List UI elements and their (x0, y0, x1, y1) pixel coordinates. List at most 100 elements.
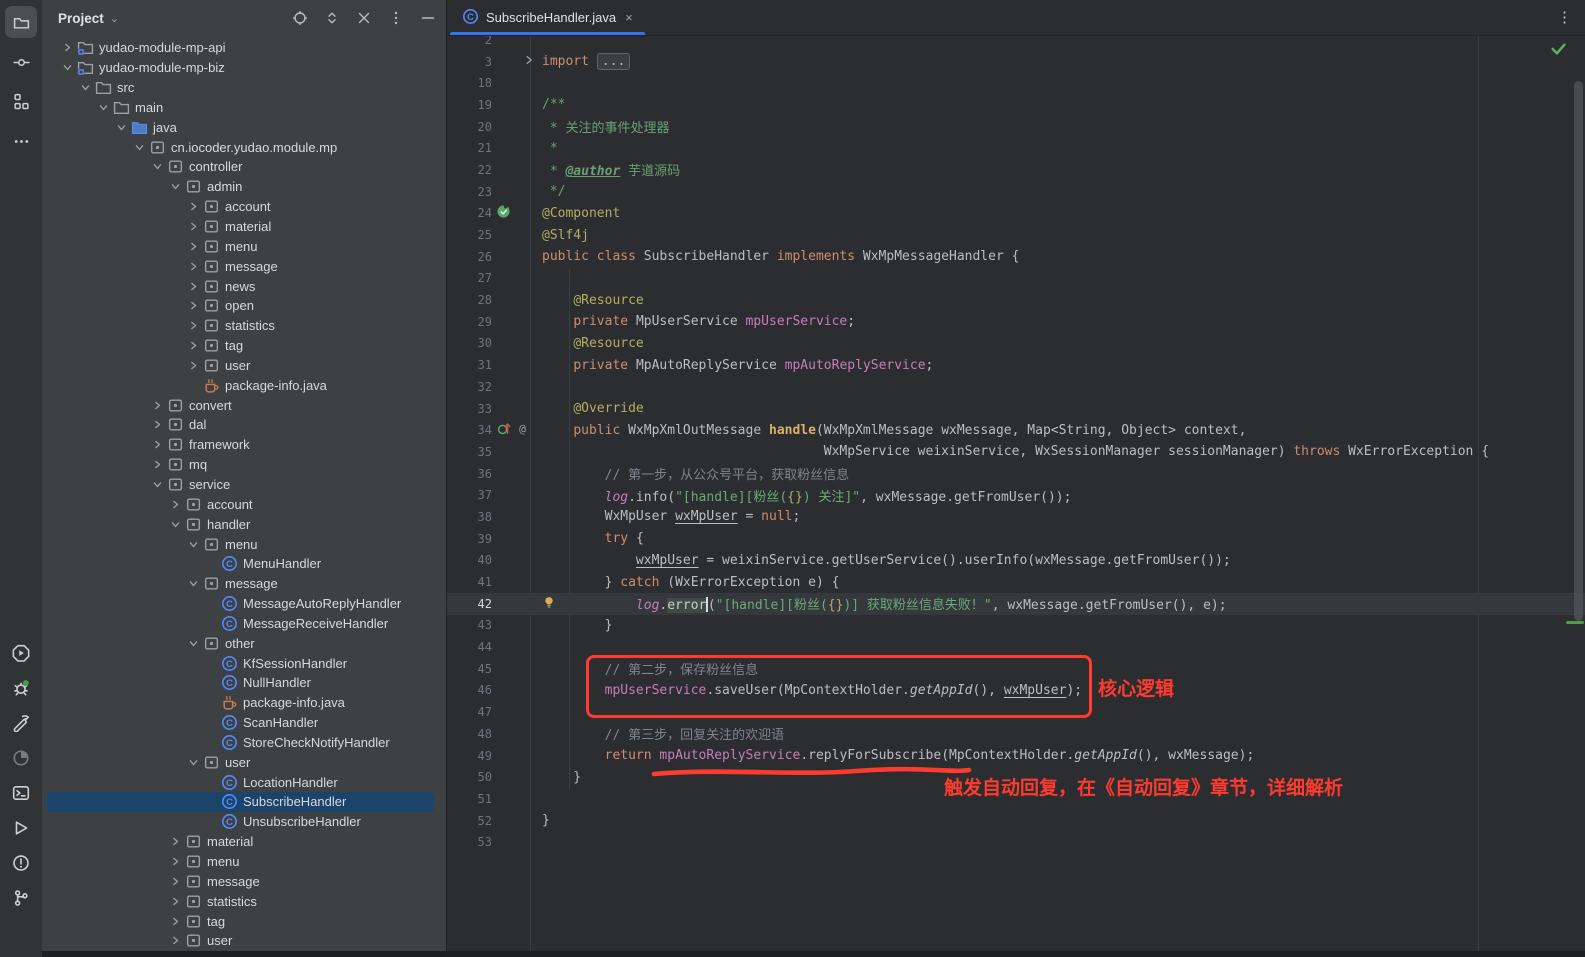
hide-icon[interactable] (420, 10, 436, 26)
code-line-53[interactable]: 53 (446, 831, 1585, 853)
tree-item-menu[interactable]: menu (42, 852, 446, 872)
tree-item-account[interactable]: account (42, 197, 446, 217)
tree-item-kfsessionhandler[interactable]: CKfSessionHandler (42, 653, 446, 673)
tree-item-account[interactable]: account (42, 494, 446, 514)
debug-icon[interactable] (5, 672, 37, 704)
code-line-27[interactable]: 27 (446, 268, 1585, 290)
chevron-collapsed-icon[interactable] (185, 201, 202, 212)
spring-bean-icon[interactable] (496, 204, 511, 223)
tree-item-handler[interactable]: handler (42, 514, 446, 534)
code-line-37[interactable]: 37 log.info("[handle][粉丝({}) 关注]", wxMes… (446, 484, 1585, 506)
chevron-expanded-icon[interactable] (95, 102, 112, 113)
chevron-collapsed-icon[interactable] (167, 856, 184, 867)
intention-bulb-icon[interactable] (542, 595, 556, 614)
chevron-collapsed-icon[interactable] (167, 836, 184, 847)
tree-item-menu[interactable]: menu (42, 236, 446, 256)
tree-item-user[interactable]: user (42, 931, 446, 951)
more-horizontal-icon[interactable] (5, 125, 37, 157)
chevron-collapsed-icon[interactable] (185, 261, 202, 272)
chevron-collapsed-icon[interactable] (149, 439, 166, 450)
chevron-collapsed-icon[interactable] (167, 916, 184, 927)
tree-item-menuhandler[interactable]: CMenuHandler (42, 554, 446, 574)
tree-item-tag[interactable]: tag (42, 911, 446, 931)
chevron-expanded-icon[interactable] (149, 479, 166, 490)
chevron-collapsed-icon[interactable] (185, 300, 202, 311)
code-line-34[interactable]: 34@ public WxMpXmlOutMessage handle(WxMp… (446, 419, 1585, 441)
tree-item-cn-iocoder-yudao-module-mp[interactable]: cn.iocoder.yudao.module.mp (42, 137, 446, 157)
tree-item-message[interactable]: message (42, 574, 446, 594)
chevron-collapsed-icon[interactable] (167, 935, 184, 946)
tree-item-material[interactable]: material (42, 832, 446, 852)
tree-item-nullhandler[interactable]: CNullHandler (42, 673, 446, 693)
tree-item-dal[interactable]: dal (42, 415, 446, 435)
code-line-49[interactable]: 49 return mpAutoReplyService.replyForSub… (446, 745, 1585, 767)
tree-item-package-info-java[interactable]: package-info.java (42, 375, 446, 395)
run-icon[interactable] (5, 812, 37, 844)
tree-item-other[interactable]: other (42, 633, 446, 653)
chevron-expanded-icon[interactable] (77, 82, 94, 93)
chevron-collapsed-icon[interactable] (167, 896, 184, 907)
chevron-collapsed-icon[interactable] (167, 876, 184, 887)
tree-item-message[interactable]: message (42, 256, 446, 276)
tree-item-material[interactable]: material (42, 217, 446, 237)
project-panel-title[interactable]: Project (58, 11, 104, 26)
tree-item-messageautoreplyhandler[interactable]: CMessageAutoReplyHandler (42, 594, 446, 614)
commit-icon[interactable] (5, 46, 37, 78)
chevron-collapsed-icon[interactable] (185, 281, 202, 292)
tree-item-controller[interactable]: controller (42, 157, 446, 177)
tree-item-src[interactable]: src (42, 78, 446, 98)
expand-icon[interactable] (324, 10, 340, 26)
tree-item-mq[interactable]: mq (42, 455, 446, 475)
chevron-collapsed-icon[interactable] (59, 42, 76, 53)
tree-item-menu[interactable]: menu (42, 534, 446, 554)
chevron-expanded-icon[interactable] (167, 519, 184, 530)
code-line-36[interactable]: 36 // 第一步，从公众号平台，获取粉丝信息 (446, 463, 1585, 485)
structure-icon[interactable] (5, 85, 37, 117)
project-icon[interactable] (5, 6, 37, 38)
code-line-33[interactable]: 33 @Override (446, 398, 1585, 420)
tree-item-message[interactable]: message (42, 871, 446, 891)
tree-item-storechecknotifyhandler[interactable]: CStoreCheckNotifyHandler (42, 733, 446, 753)
code-line-30[interactable]: 30 @Resource (446, 333, 1585, 355)
chevron-collapsed-icon[interactable] (149, 400, 166, 411)
code-line-42[interactable]: 42 log.error("[handle][粉丝({})] 获取粉丝信息失败！… (446, 593, 1585, 615)
tree-item-open[interactable]: open (42, 296, 446, 316)
chevron-expanded-icon[interactable] (59, 62, 76, 73)
tree-item-main[interactable]: main (42, 98, 446, 118)
tree-item-framework[interactable]: framework (42, 435, 446, 455)
code-line-38[interactable]: 38 WxMpUser wxMpUser = null; (446, 506, 1585, 528)
chevron-collapsed-icon[interactable] (167, 499, 184, 510)
tree-item-yudao-module-mp-biz[interactable]: yudao-module-mp-biz (42, 58, 446, 78)
code-line-26[interactable]: 26public class SubscribeHandler implemen… (446, 246, 1585, 268)
code-line-35[interactable]: 35 WxMpService weixinService, WxSessionM… (446, 441, 1585, 463)
code-line-31[interactable]: 31 private MpAutoReplyService mpAutoRepl… (446, 354, 1585, 376)
collapse-all-icon[interactable] (356, 10, 372, 26)
project-tree[interactable]: yudao-module-mp-apiyudao-module-mp-bizsr… (42, 38, 446, 951)
code-line-22[interactable]: 22 * @author 芋道源码 (446, 159, 1585, 181)
chevron-expanded-icon[interactable] (113, 122, 130, 133)
version-control-icon[interactable] (5, 882, 37, 914)
panel-editor-divider[interactable] (446, 0, 447, 957)
annotated-icon[interactable]: @ (515, 421, 530, 440)
tree-item-convert[interactable]: convert (42, 395, 446, 415)
chevron-expanded-icon[interactable] (185, 757, 202, 768)
code-line-40[interactable]: 40 wxMpUser = weixinService.getUserServi… (446, 550, 1585, 572)
tree-item-user[interactable]: user (42, 752, 446, 772)
chevron-collapsed-icon[interactable] (149, 419, 166, 430)
tree-item-locationhandler[interactable]: CLocationHandler (42, 772, 446, 792)
more-vertical-icon[interactable]: ⋮ (1557, 8, 1573, 26)
code-line-43[interactable]: 43 } (446, 615, 1585, 637)
code-editor[interactable]: 23import ...1819/**20 * 关注的事件处理器21 *22 *… (446, 36, 1585, 957)
overrides-icon[interactable] (496, 421, 512, 440)
tree-item-news[interactable]: news (42, 276, 446, 296)
code-line-41[interactable]: 41 } catch (WxErrorException e) { (446, 571, 1585, 593)
chevron-collapsed-icon[interactable] (149, 459, 166, 470)
close-icon[interactable]: × (625, 10, 633, 25)
build-icon[interactable] (5, 707, 37, 739)
chevron-collapsed-icon[interactable] (185, 360, 202, 371)
code-line-52[interactable]: 52} (446, 810, 1585, 832)
tree-item-service[interactable]: service (42, 475, 446, 495)
services-icon[interactable] (5, 637, 37, 669)
fold-arrow-icon[interactable] (523, 54, 535, 70)
code-line-24[interactable]: 24@Component (446, 203, 1585, 225)
